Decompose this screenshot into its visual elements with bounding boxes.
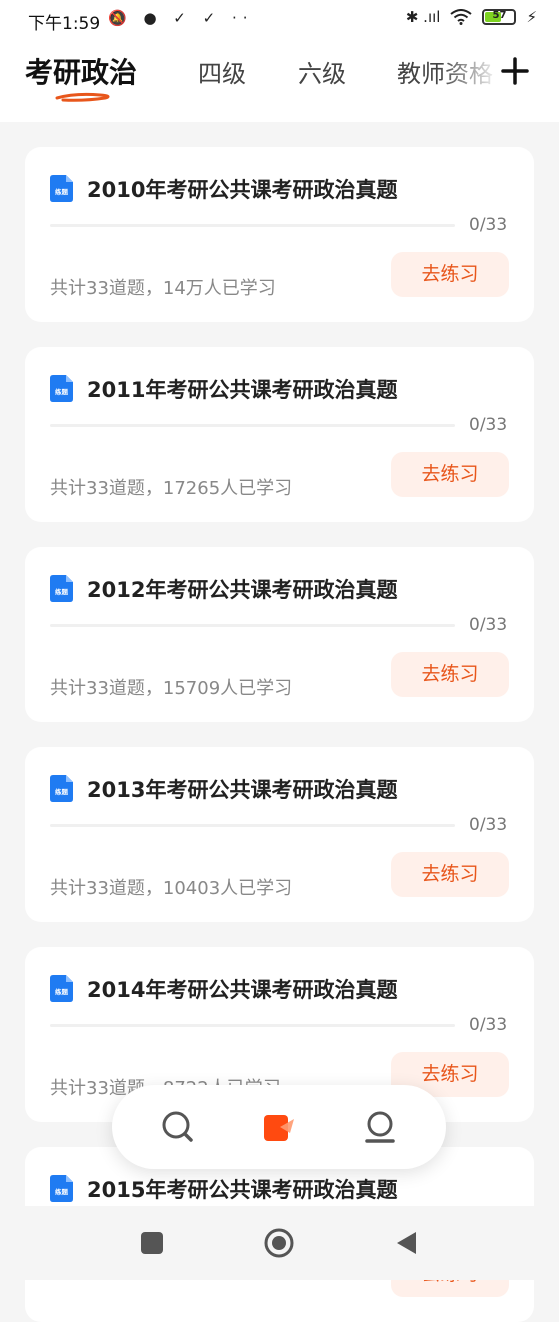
exam-meta: 共计33道题，17265人已学习 <box>50 478 293 499</box>
charging-icon: ⚡ <box>526 8 537 26</box>
battery-percent: 57 <box>492 10 507 21</box>
tab-kaoyan-zhengzhi[interactable]: 考研政治 <box>25 51 137 91</box>
exam-title: 2010年考研公共课考研政治真题 <box>87 178 398 202</box>
progress-bar <box>50 424 455 427</box>
exam-card[interactable]: 练题 2013年考研公共课考研政治真题 0/33 共计33道题，10403人已学… <box>25 747 534 922</box>
practice-button[interactable]: 去练习 <box>391 252 509 297</box>
exam-doc-icon: 练题 <box>50 975 73 1002</box>
wifi-icon <box>450 9 473 25</box>
back-icon[interactable] <box>392 1228 422 1258</box>
progress-count: 0/33 <box>469 1015 508 1035</box>
add-tab-icon[interactable] <box>498 54 532 88</box>
notification-icons: 🔕 ● ✓ ✓ ·· <box>108 9 254 27</box>
exam-card[interactable]: 练题 2012年考研公共课考研政治真题 0/33 共计33道题，15709人已学… <box>25 547 534 722</box>
exam-doc-icon: 练题 <box>50 175 73 202</box>
system-nav-bar <box>0 1206 559 1280</box>
svg-text:练题: 练题 <box>55 1187 69 1196</box>
exam-doc-icon: 练题 <box>50 575 73 602</box>
exam-doc-icon: 练题 <box>50 375 73 402</box>
practice-button[interactable]: 去练习 <box>391 652 509 697</box>
progress-bar <box>50 224 455 227</box>
status-bar: 下午1:59 🔕 ● ✓ ✓ ·· ✱ .ııl 57 ⚡ <box>0 0 559 42</box>
floating-bottom-nav <box>112 1085 446 1169</box>
exam-doc-icon: 练题 <box>50 1175 73 1202</box>
exam-meta: 共计33道题，10403人已学习 <box>50 878 293 899</box>
exam-meta: 共计33道题，14万人已学习 <box>50 278 276 299</box>
profile-icon[interactable] <box>360 1107 400 1147</box>
svg-text:练题: 练题 <box>55 587 69 596</box>
tab-cet6[interactable]: 六级 <box>298 54 346 89</box>
practice-button[interactable]: 去练习 <box>391 852 509 897</box>
exam-title: 2014年考研公共课考研政治真题 <box>87 978 398 1002</box>
exam-title: 2011年考研公共课考研政治真题 <box>87 378 398 402</box>
battery-icon: 57 <box>482 9 517 25</box>
exam-title: 2015年考研公共课考研政治真题 <box>87 1178 398 1202</box>
practice-button[interactable]: 去练习 <box>391 452 509 497</box>
status-time: 下午1:59 <box>28 14 101 34</box>
tab-fade-overlay <box>440 42 500 122</box>
practice-icon[interactable] <box>260 1107 300 1147</box>
active-tab-underline <box>55 92 110 102</box>
svg-text:练题: 练题 <box>55 187 69 196</box>
svg-text:练题: 练题 <box>55 787 69 796</box>
exam-card[interactable]: 练题 2011年考研公共课考研政治真题 0/33 共计33道题，17265人已学… <box>25 347 534 522</box>
exam-title: 2012年考研公共课考研政治真题 <box>87 578 398 602</box>
progress-bar <box>50 624 455 627</box>
bluetooth-signal-icons: ✱ .ııl <box>405 8 441 26</box>
tab-cet4[interactable]: 四级 <box>198 54 246 89</box>
progress-count: 0/33 <box>469 415 508 435</box>
exam-title: 2013年考研公共课考研政治真题 <box>87 778 398 802</box>
progress-count: 0/33 <box>469 215 508 235</box>
progress-bar <box>50 1024 455 1027</box>
exam-doc-icon: 练题 <box>50 775 73 802</box>
status-right: ✱ .ııl 57 ⚡ <box>406 8 537 26</box>
svg-text:练题: 练题 <box>55 387 69 396</box>
exam-card[interactable]: 练题 2010年考研公共课考研政治真题 0/33 共计33道题，14万人已学习 … <box>25 147 534 322</box>
progress-count: 0/33 <box>469 615 508 635</box>
category-tabbar: 考研政治 四级 六级 教师资格 <box>0 42 559 122</box>
home-icon[interactable] <box>264 1228 294 1258</box>
search-icon[interactable] <box>158 1107 198 1147</box>
svg-text:练题: 练题 <box>55 987 69 996</box>
progress-bar <box>50 824 455 827</box>
recent-apps-icon[interactable] <box>137 1228 167 1258</box>
progress-count: 0/33 <box>469 815 508 835</box>
exam-meta: 共计33道题，15709人已学习 <box>50 678 293 699</box>
